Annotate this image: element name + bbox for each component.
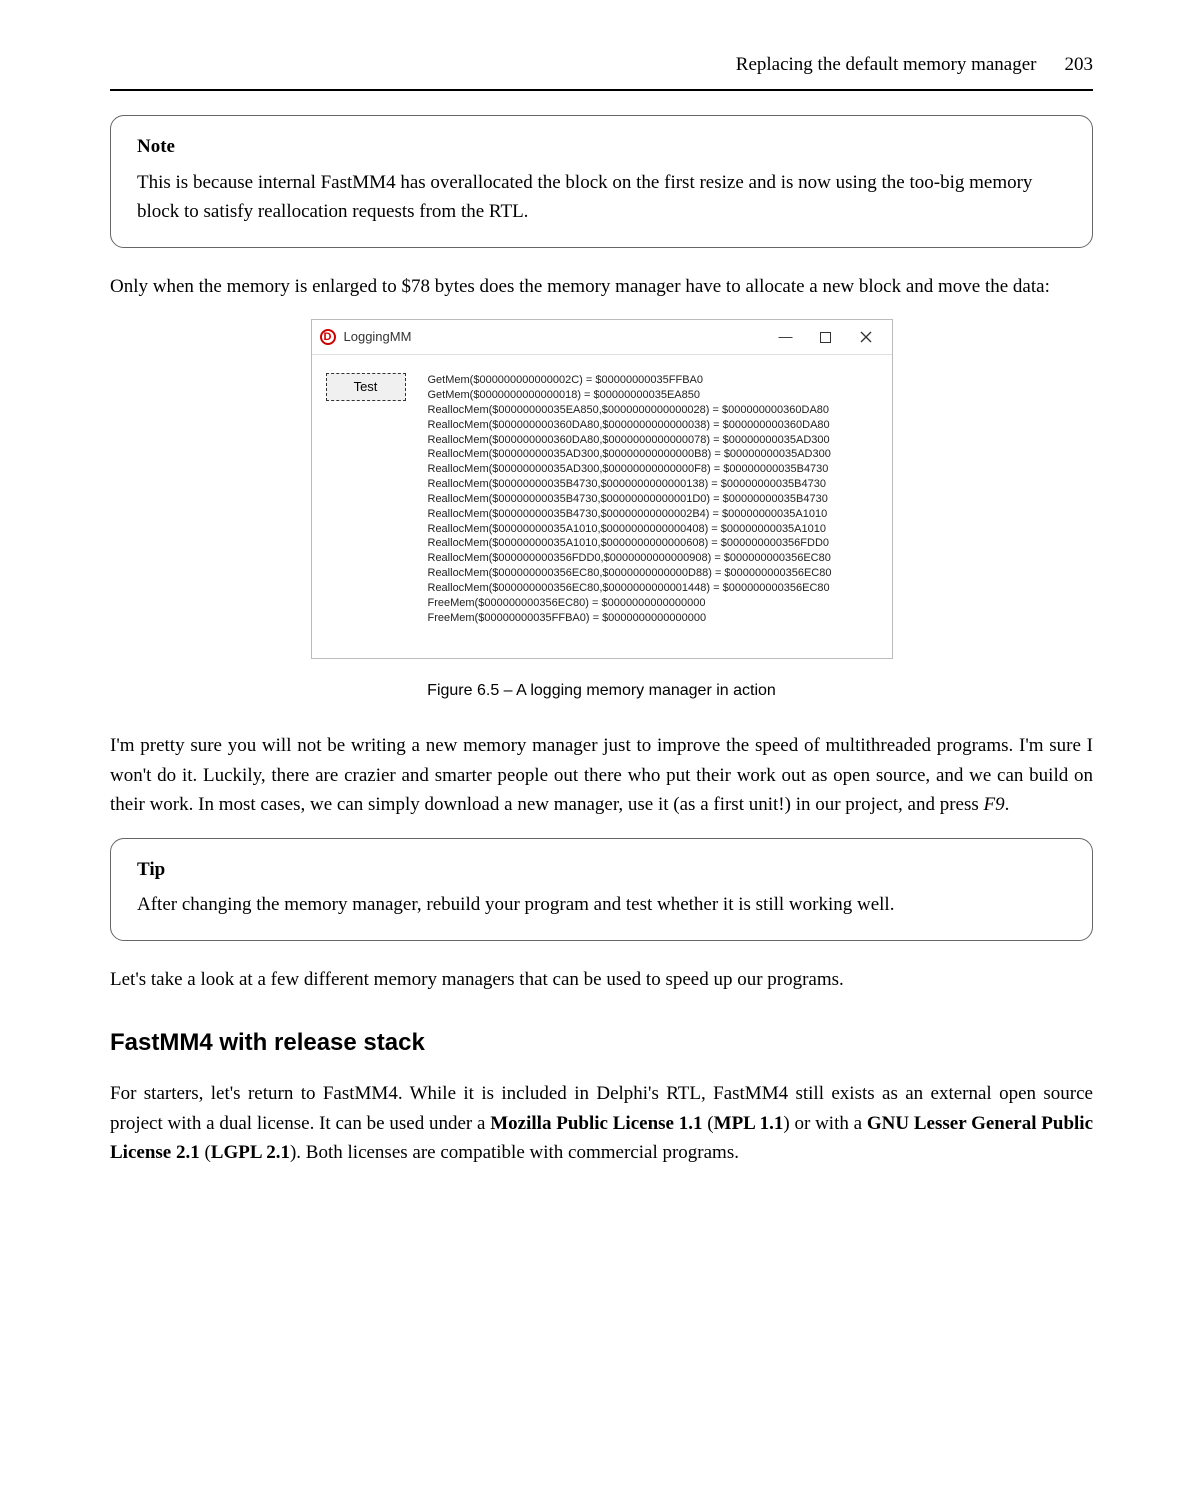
note-callout: Note This is because internal FastMM4 ha… [110, 115, 1093, 247]
body-paragraph-3: Let's take a look at a few different mem… [110, 965, 1093, 994]
license-abbr: MPL 1.1 [714, 1113, 784, 1134]
license-name: Mozilla Public License 1.1 [490, 1113, 702, 1134]
text-span: . [1005, 794, 1010, 815]
test-button[interactable]: Test [326, 373, 406, 401]
body-paragraph-2: I'm pretty sure you will not be writing … [110, 731, 1093, 819]
text-span: I'm pretty sure you will not be writing … [110, 735, 1093, 815]
body-paragraph-4: For starters, let's return to FastMM4. W… [110, 1079, 1093, 1167]
tip-callout: Tip After changing the memory manager, r… [110, 838, 1093, 941]
running-head: Replacing the default memory manager [736, 50, 1037, 79]
window-body: Test GetMem($000000000000002C) = $000000… [312, 355, 892, 657]
tip-label: Tip [137, 855, 1066, 884]
note-body: This is because internal FastMM4 has ove… [137, 168, 1066, 227]
section-heading: FastMM4 with release stack [110, 1024, 1093, 1061]
page-number: 203 [1065, 50, 1094, 79]
minimize-button[interactable]: — [766, 326, 806, 348]
close-icon [860, 331, 872, 343]
maximize-button[interactable] [806, 332, 846, 343]
page-header: Replacing the default memory manager 203 [110, 50, 1093, 91]
maximize-icon [820, 332, 831, 343]
app-window: D LoggingMM — Test GetMem($0000000000000… [311, 319, 893, 658]
text-span: ). Both licenses are compatible with com… [290, 1142, 739, 1163]
keypress: F9 [984, 794, 1005, 815]
text-span: ) or with a [783, 1113, 867, 1134]
note-label: Note [137, 132, 1066, 161]
text-span: ( [200, 1142, 211, 1163]
titlebar: D LoggingMM — [312, 320, 892, 355]
log-output: GetMem($000000000000002C) = $00000000035… [428, 373, 832, 625]
tip-body: After changing the memory manager, rebui… [137, 890, 1066, 919]
window-title: LoggingMM [344, 327, 766, 347]
license-abbr: LGPL 2.1 [211, 1142, 290, 1163]
body-paragraph-1: Only when the memory is enlarged to $78 … [110, 272, 1093, 301]
app-icon: D [320, 329, 336, 345]
figure-caption: Figure 6.5 – A logging memory manager in… [110, 679, 1093, 704]
close-button[interactable] [846, 331, 886, 343]
text-span: ( [703, 1113, 714, 1134]
